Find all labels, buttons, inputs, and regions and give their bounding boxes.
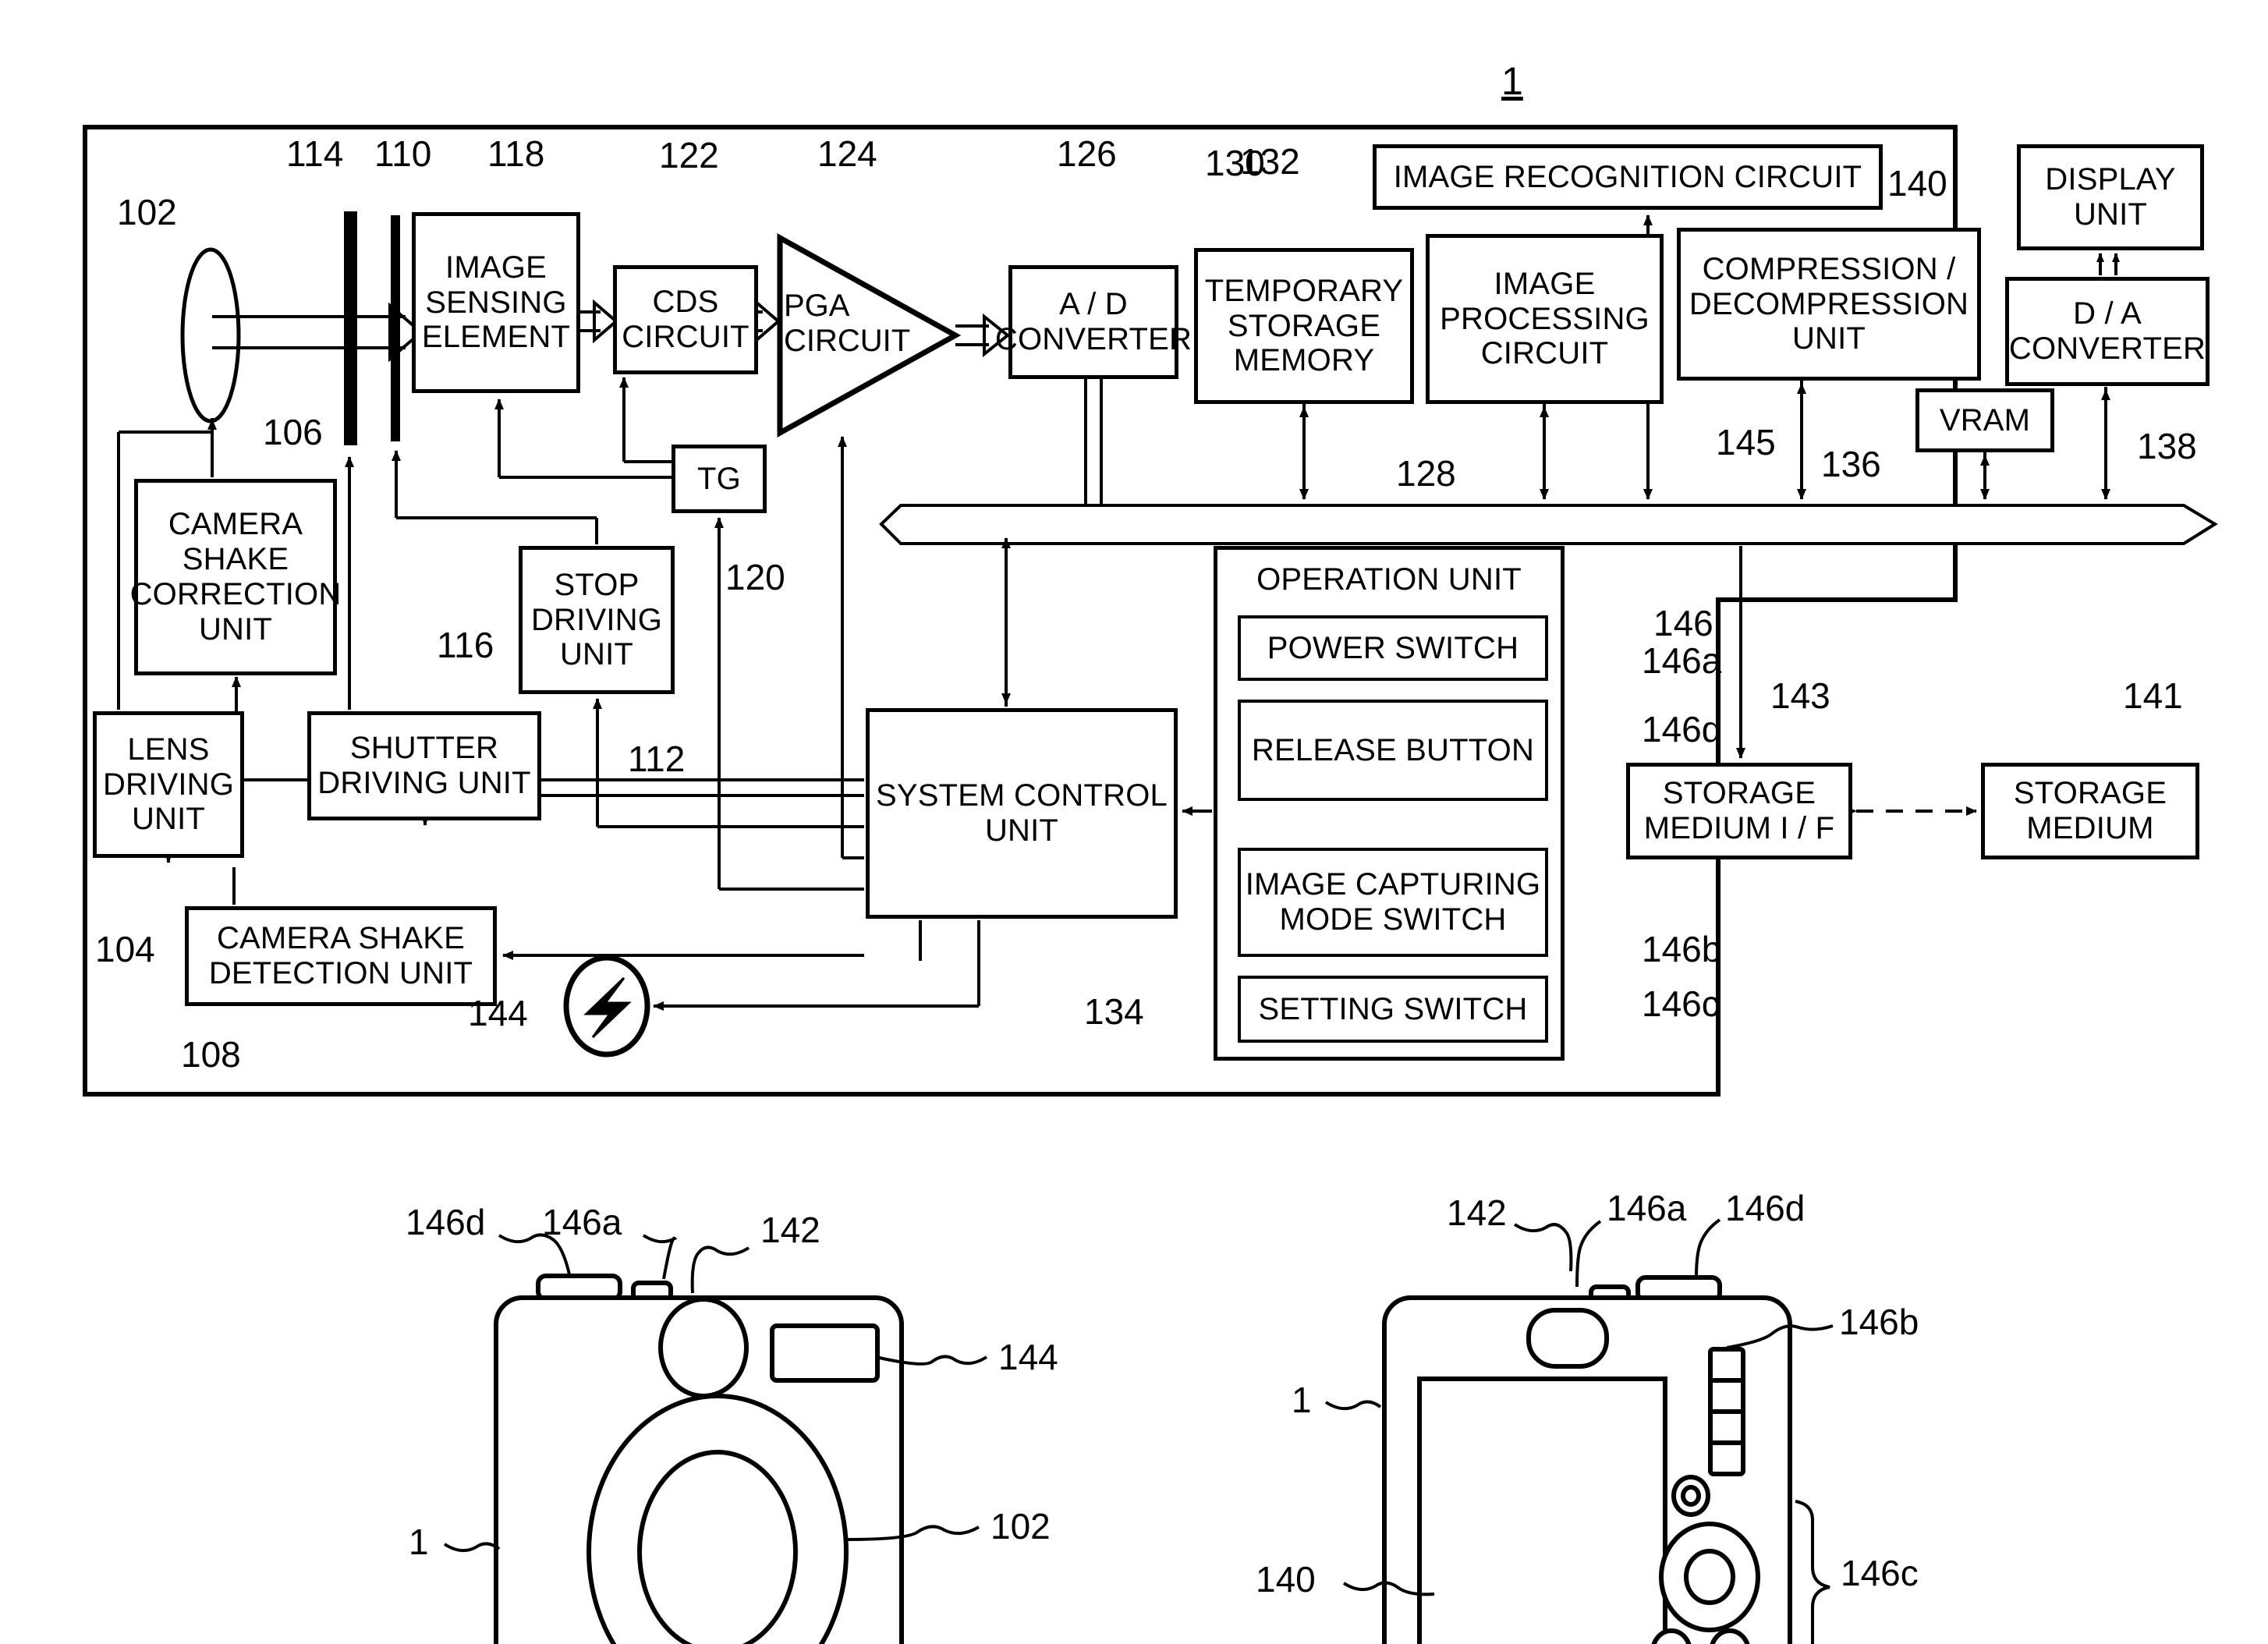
image-sensing-element-label: IMAGE SENSING ELEMENT: [421, 250, 571, 355]
cds-circuit-label: CDS CIRCUIT: [622, 285, 750, 354]
back-view-ref-146d: 146d: [1725, 1188, 1806, 1228]
ref-116: 116: [437, 625, 494, 665]
pga-circuit-label-wrap: PGA CIRCUIT: [784, 289, 911, 359]
patent-figure-page: 1 IMAGE SENSING ELEMENT CDS CIRCUIT PGA …: [0, 0, 2268, 1644]
pga-circuit-label: PGA CIRCUIT: [784, 289, 911, 358]
temporary-storage-memory-block: TEMPORARY STORAGE MEMORY: [1194, 248, 1414, 404]
ref-134: 134: [1084, 991, 1144, 1032]
release-button-label: RELEASE BUTTON: [1251, 732, 1535, 767]
ref-126: 126: [1057, 133, 1117, 174]
body-bottom-edge: [83, 1092, 1720, 1097]
compression-decompression-unit-block: COMPRESSION / DECOMPRESSION UNIT: [1677, 228, 1981, 381]
camera-shake-detection-unit-label: CAMERA SHAKE DETECTION UNIT: [208, 921, 473, 990]
shutter-driving-unit-label: SHUTTER DRIVING UNIT: [317, 731, 531, 800]
vram-block: VRAM: [1915, 388, 2054, 452]
tg-label: TG: [697, 461, 741, 496]
shutter-driving-unit-block: SHUTTER DRIVING UNIT: [307, 711, 541, 820]
image-capturing-mode-switch-label: IMAGE CAPTURING MODE SWITCH: [1245, 867, 1541, 937]
front-view-ref-144: 144: [998, 1337, 1058, 1377]
image-recognition-circuit-block: IMAGE RECOGNITION CIRCUIT: [1373, 144, 1883, 210]
stop-driving-unit-label: STOP DRIVING UNIT: [530, 567, 663, 672]
front-view-ref-142: 142: [760, 1210, 820, 1250]
power-switch-block[interactable]: POWER SWITCH: [1238, 615, 1548, 681]
figure-system-label: 1: [1501, 59, 1523, 103]
image-processing-circuit-label: IMAGE PROCESSING CIRCUIT: [1440, 266, 1650, 371]
shutter-element: [344, 211, 357, 445]
stop-driving-unit-block: STOP DRIVING UNIT: [519, 546, 675, 694]
ref-132: 132: [1240, 141, 1300, 182]
body-notch-horizontal: [1716, 597, 1958, 602]
temporary-storage-memory-label: TEMPORARY STORAGE MEMORY: [1204, 273, 1404, 378]
lens-driving-unit-label: LENS DRIVING UNIT: [102, 732, 235, 837]
ref-124: 124: [817, 133, 877, 174]
leader-lines-overlay: [123, 161, 2153, 1031]
back-view-ref-146c: 146c: [1841, 1553, 1919, 1593]
ref-102: 102: [117, 192, 177, 232]
release-button-block[interactable]: RELEASE BUTTON: [1238, 700, 1548, 801]
operation-unit-label: OPERATION UNIT: [1256, 562, 1522, 597]
ref-140: 140: [1887, 163, 1947, 204]
ad-converter-block: A / D CONVERTER: [995, 265, 1192, 379]
operation-unit-block: OPERATION UNIT POWER SWITCH RELEASE BUTT…: [1214, 546, 1565, 1061]
setting-switch-block[interactable]: SETTING SWITCH: [1238, 976, 1548, 1043]
da-converter-label: D / A CONVERTER: [2008, 296, 2206, 366]
camera-shake-correction-unit-label: CAMERA SHAKE CORRECTION UNIT: [129, 507, 342, 647]
ref-118: 118: [487, 133, 545, 174]
camera-shake-correction-unit-block: CAMERA SHAKE CORRECTION UNIT: [130, 479, 341, 675]
front-view-ref-146a: 146a: [542, 1202, 622, 1242]
da-converter-block: D / A CONVERTER: [2005, 277, 2210, 386]
ref-108: 108: [181, 1034, 241, 1075]
ref-112: 112: [628, 739, 686, 779]
ref-128: 128: [1396, 453, 1456, 494]
storage-medium-block: STORAGE MEDIUM: [1981, 763, 2199, 859]
ref-145: 145: [1716, 422, 1776, 462]
image-sensing-element-block: IMAGE SENSING ELEMENT: [412, 212, 580, 393]
tg-block: TG: [672, 445, 767, 513]
back-view-ref-1: 1: [1292, 1380, 1312, 1420]
ref-114: 114: [286, 133, 344, 174]
ref-141: 141: [2123, 675, 2183, 716]
image-capturing-mode-switch-block[interactable]: IMAGE CAPTURING MODE SWITCH: [1238, 848, 1548, 957]
front-view-ref-102: 102: [990, 1506, 1051, 1547]
ref-106: 106: [263, 412, 323, 452]
ref-110: 110: [374, 133, 432, 174]
setting-switch-label: SETTING SWITCH: [1258, 991, 1528, 1026]
back-view-ref-140: 140: [1256, 1559, 1316, 1600]
lens-driving-unit-block: LENS DRIVING UNIT: [93, 711, 244, 858]
back-view-ref-146b: 146b: [1839, 1302, 1919, 1342]
ref-146c: 146c: [1642, 983, 1720, 1024]
ref-122: 122: [659, 135, 719, 175]
camera-shake-detection-unit-block: CAMERA SHAKE DETECTION UNIT: [185, 906, 497, 1006]
back-view-ref-146a: 146a: [1607, 1188, 1687, 1228]
storage-medium-label: STORAGE MEDIUM: [2013, 776, 2167, 845]
display-unit-block: DISPLAY UNIT: [2017, 144, 2204, 250]
front-view-ref-1: 1: [409, 1522, 429, 1562]
back-view-ref-142: 142: [1447, 1192, 1507, 1233]
compression-decompression-unit-label: COMPRESSION / DECOMPRESSION UNIT: [1689, 251, 1969, 356]
aperture-stop-element: [391, 215, 400, 441]
ref-138: 138: [2137, 426, 2197, 466]
display-unit-label: DISPLAY UNIT: [2045, 162, 2176, 232]
image-recognition-circuit-label: IMAGE RECOGNITION CIRCUIT: [1393, 159, 1862, 194]
ref-104: 104: [95, 929, 155, 969]
vram-label: VRAM: [1939, 402, 2031, 438]
power-switch-label: POWER SWITCH: [1267, 630, 1519, 665]
ref-146a: 146a: [1642, 640, 1722, 681]
ref-120: 120: [725, 557, 785, 597]
ref-146b: 146b: [1642, 929, 1722, 969]
ad-converter-label: A / D CONVERTER: [994, 287, 1192, 356]
ref-146: 146: [1653, 603, 1713, 643]
storage-medium-if-block: STORAGE MEDIUM I / F: [1626, 763, 1852, 859]
ref-144: 144: [468, 993, 528, 1033]
cds-circuit-block: CDS CIRCUIT: [613, 265, 758, 374]
ref-136: 136: [1821, 444, 1881, 484]
system-control-unit-label: SYSTEM CONTROL UNIT: [876, 778, 1168, 848]
image-processing-circuit-block: IMAGE PROCESSING CIRCUIT: [1426, 234, 1664, 404]
ref-143: 143: [1770, 675, 1830, 716]
system-control-unit-block: SYSTEM CONTROL UNIT: [866, 708, 1178, 919]
storage-medium-if-label: STORAGE MEDIUM I / F: [1643, 776, 1835, 845]
front-view-ref-146d: 146d: [406, 1202, 486, 1242]
ref-146d: 146d: [1642, 709, 1722, 749]
